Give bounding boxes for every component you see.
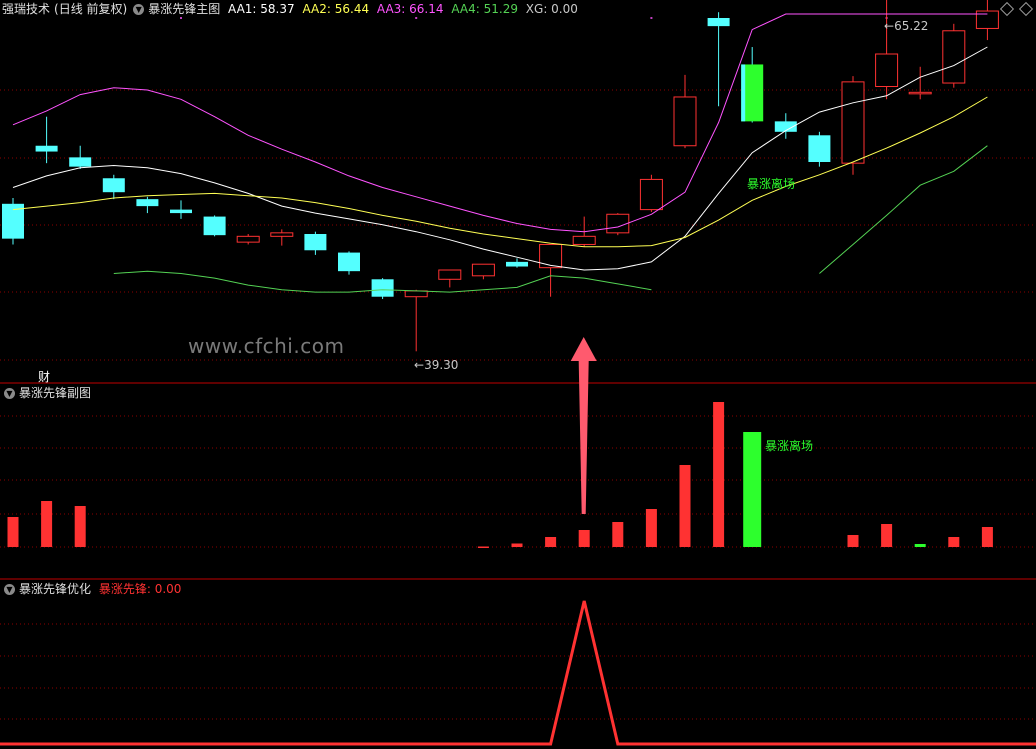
signal-arrow (570, 337, 597, 514)
candle-edge (741, 64, 746, 122)
signal-arrow-shape (570, 337, 597, 514)
arrow-left-icon: ← (414, 358, 425, 372)
candle-body (673, 96, 697, 147)
signal-line (0, 600, 1036, 746)
period-label: (日线 前复权) (54, 2, 128, 16)
opt-signal-value: 暴涨先锋: 0.00 (98, 582, 182, 596)
candle-body (841, 81, 865, 164)
signal-bar (578, 530, 590, 547)
candle-body (338, 252, 360, 272)
opt-line (0, 600, 1036, 746)
candle-body (35, 145, 58, 152)
main-indicator-name[interactable]: 暴涨先锋主图 (148, 2, 220, 16)
finance-marker[interactable]: 财 (38, 368, 50, 385)
opt-panel-header: ▼ 暴涨先锋优化 暴涨先锋: 0.00 (2, 581, 185, 597)
candle-body (471, 263, 495, 277)
aa3-line (12, 13, 988, 233)
aa3-value: AA3: 66.14 (376, 2, 444, 16)
aa2-value: AA2: 56.44 (302, 2, 370, 16)
candles (2, 0, 999, 352)
candle-body (304, 234, 327, 251)
stock-name: 强瑞技术 (2, 2, 51, 16)
candle-body (102, 178, 125, 193)
signal-bar (713, 402, 725, 547)
signal-bar (511, 543, 523, 547)
signal-bar (7, 517, 19, 547)
signal-bar (41, 501, 53, 547)
candle-body (236, 235, 260, 243)
sub-indicator-name[interactable]: 暴涨先锋副图 (19, 386, 91, 400)
signal-bar (847, 535, 859, 547)
candle-body (270, 232, 294, 237)
candle-body (942, 30, 966, 84)
signal-bar (74, 506, 86, 547)
panel-menu-icon[interactable]: ▼ (133, 4, 145, 15)
sub-panel-header: ▼ 暴涨先锋副图 (2, 385, 95, 401)
stock-chart (0, 0, 1036, 746)
signal-bar (981, 527, 993, 547)
candle-body (506, 261, 528, 267)
candle-body (606, 213, 630, 234)
candle-body (136, 199, 159, 207)
signal-bar (612, 522, 624, 547)
aa1-value: AA1: 58.37 (228, 2, 295, 16)
marker-dot (180, 17, 182, 19)
signal-bar (679, 465, 691, 547)
signal-bar (645, 509, 657, 547)
candle-body (808, 135, 831, 162)
candle-body (170, 209, 192, 214)
marker-dot (415, 17, 418, 19)
high-price-label: ←65.22 (884, 19, 929, 33)
sub-grid (0, 415, 1036, 548)
signal-bar (948, 537, 960, 547)
xg-value: XG: 0.00 (525, 2, 578, 16)
candle-body (639, 178, 663, 211)
candle-body (572, 235, 596, 245)
panel-menu-icon[interactable]: ▼ (4, 584, 15, 595)
signal-bar (545, 537, 557, 547)
sub-exit-label: 暴涨离场 (765, 439, 814, 453)
arrow-left-icon: ← (884, 19, 895, 33)
exit-signal-label: 暴涨离场 (747, 177, 796, 191)
signal-bar (881, 524, 893, 547)
aa4-value: AA4: 51.29 (451, 2, 518, 16)
candle-body (707, 18, 730, 27)
low-price-label: ←39.30 (414, 358, 459, 372)
signal-bar (914, 544, 926, 547)
candle-body (371, 279, 394, 297)
signal-bar (477, 546, 489, 548)
main-panel-header: 强瑞技术 (日线 前复权) ▼ 暴涨先锋主图 AA1: 58.37 AA2: 56.4… (2, 1, 582, 17)
opt-grid (0, 623, 1036, 720)
candle-body (875, 53, 899, 88)
ma-lines (12, 13, 988, 293)
candle-body (203, 216, 226, 236)
candle-body (69, 157, 92, 167)
candle-body (438, 269, 462, 280)
opt-indicator-name[interactable]: 暴涨先锋优化 (19, 582, 91, 596)
panel-menu-icon[interactable]: ▼ (4, 388, 15, 399)
candle-body (404, 290, 428, 298)
candle-body (539, 243, 563, 269)
watermark: www.cfchi.com (188, 334, 345, 358)
signal-bar (743, 432, 762, 547)
aa2-line (12, 96, 988, 248)
candle-body (908, 91, 932, 95)
sub-bars (7, 402, 993, 548)
marker-dot (650, 17, 653, 19)
